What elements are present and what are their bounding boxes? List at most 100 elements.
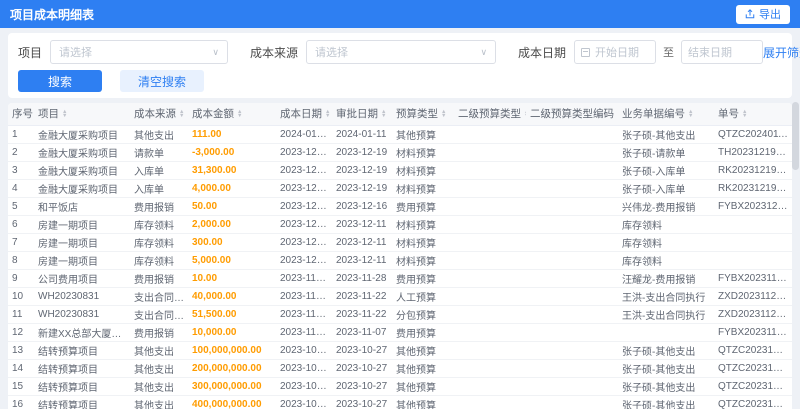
sort-icon[interactable]: ▲▼ <box>237 109 242 119</box>
column-header[interactable]: 成本来源 ▲ ▼ <box>130 103 188 126</box>
filter-actions: 搜索 清空搜索 <box>18 70 782 92</box>
column-header[interactable]: 二级预算类型编码▲▼ <box>526 103 618 126</box>
sort-icon[interactable]: ▲▼ <box>688 109 693 119</box>
table-cell: 库存领料 <box>130 215 188 234</box>
project-filter: 项目 请选择 ∨ <box>18 40 229 64</box>
table-cell: 200,000,000.00 <box>188 359 276 378</box>
table-cell: 其他预算 <box>392 341 454 360</box>
column-header[interactable]: 序号 <box>8 103 34 126</box>
vertical-scrollbar[interactable] <box>792 96 799 407</box>
table-cell: 51,500.00 <box>188 305 276 324</box>
table-cell: 6 <box>8 215 34 234</box>
table-cell <box>454 197 526 216</box>
table-row[interactable]: 1 金融大厦采购项目 其他支出 111.00 2024-01-11 2024-01-11 其… <box>8 125 792 144</box>
table-cell <box>454 269 526 288</box>
column-header[interactable]: 成本金额 ▲ ▼ <box>188 103 276 126</box>
table-cell: 3 <box>8 161 34 180</box>
cost-source-select[interactable]: 请选择 ∨ <box>306 40 497 64</box>
table-cell: 2023-10-27 <box>276 359 332 378</box>
page-title: 项目成本明细表 <box>10 7 95 22</box>
table-body: 1 金融大厦采购项目 其他支出 111.00 2024-01-11 2024-01-11 其… <box>8 125 792 409</box>
scrollbar-thumb[interactable] <box>792 102 799 170</box>
sort-icon[interactable]: ▲▼ <box>441 109 446 119</box>
table-cell: 10 <box>8 287 34 306</box>
table-cell: 9 <box>8 269 34 288</box>
export-icon <box>745 9 755 19</box>
table-cell: 2023-11-28 <box>332 269 392 288</box>
table-cell: 300.00 <box>188 233 276 252</box>
table-cell: 张子硕-其他支出 <box>618 359 714 378</box>
clear-search-button[interactable]: 清空搜索 <box>120 70 204 92</box>
table-row[interactable]: 11 WH20230831 支出合同执行 51,500.00 2023-11-22 202… <box>8 305 792 324</box>
table-row[interactable]: 8 房建一期项目 库存领料 5,000.00 2023-12-11 2023-12-11 材… <box>8 251 792 270</box>
column-header[interactable]: 单号 ▲ ▼ <box>714 103 792 126</box>
table-cell: 其他预算 <box>392 377 454 396</box>
column-header[interactable]: 二级预算类型▲▼ <box>454 103 526 126</box>
sort-icon[interactable]: ▲▼ <box>325 109 330 119</box>
sort-icon[interactable]: ▲▼ <box>524 109 526 119</box>
sort-icon[interactable]: ▲▼ <box>381 109 386 119</box>
column-header[interactable]: 预算类型 ▲ ▼ <box>392 103 454 126</box>
expand-filter-link[interactable]: 展开筛选 ∨ <box>763 44 800 61</box>
table-cell: 400,000,000.00 <box>188 395 276 409</box>
table-cell: 材料预算 <box>392 233 454 252</box>
table-row[interactable]: 10 WH20230831 支出合同执行 40,000.00 2023-11-22 202… <box>8 287 792 306</box>
table-cell: 2023-12-11 <box>332 233 392 252</box>
search-button[interactable]: 搜索 <box>18 70 102 92</box>
table-cell: 5,000.00 <box>188 251 276 270</box>
filter-row: 项目 请选择 ∨ 成本来源 请选择 ∨ 成本日期 开始日期 至 结束日期 展开筛 <box>18 39 800 65</box>
table-cell: 2023-12-19 <box>276 161 332 180</box>
project-select[interactable]: 请选择 ∨ <box>50 40 229 64</box>
table-cell: 7 <box>8 233 34 252</box>
table-cell: 2024-01-11 <box>276 125 332 144</box>
export-button[interactable]: 导出 <box>736 4 790 24</box>
end-date-input[interactable]: 结束日期 <box>681 40 764 64</box>
table-row[interactable]: 2 金融大厦采购项目 请款单 -3,000.00 2023-12-19 2023-12-1… <box>8 143 792 162</box>
column-header[interactable]: 业务单据编号 ▲ ▼ <box>618 103 714 126</box>
table-cell: 2 <box>8 143 34 162</box>
table-cell <box>526 179 618 198</box>
table-row[interactable]: 6 房建一期项目 库存领料 2,000.00 2023-12-11 2023-12-11 材… <box>8 215 792 234</box>
chevron-down-icon: ∨ <box>212 46 220 57</box>
column-header[interactable]: 审批日期 ▲ ▼ <box>332 103 392 126</box>
table-row[interactable]: 5 和平饭店 费用报销 50.00 2023-12-16 2023-12-16 费用预算 兴伟… <box>8 197 792 216</box>
sort-icon[interactable]: ▲▼ <box>62 109 67 119</box>
table-cell: ZXD20231122002 <box>714 287 792 306</box>
table-row[interactable]: 7 房建一期项目 库存领料 300.00 2023-12-11 2023-12-11 材料预… <box>8 233 792 252</box>
table-cell: 2023-12-19 <box>332 143 392 162</box>
table-cell: 公司费用项目 <box>34 269 130 288</box>
table-cell: 结转预算项目 <box>34 377 130 396</box>
table-cell: 张子硕-其他支出 <box>618 395 714 409</box>
table-row[interactable]: 12新建XX总部大厦工程二期费用报销10,000.002023-11-07202… <box>8 323 792 342</box>
column-label: 业务单据编号 <box>622 108 685 121</box>
table-cell: WH20230831 <box>34 287 130 306</box>
column-header[interactable]: 项目 ▲ ▼ <box>34 103 130 126</box>
table-row[interactable]: 15 结转预算项目 其他支出 300,000,000.00 2023-10-27 2023… <box>8 377 792 396</box>
table-row[interactable]: 4 金融大厦采购项目 入库单 4,000.00 2023-12-19 2023-12-19… <box>8 179 792 198</box>
table-row[interactable]: 9 公司费用项目 费用报销 10.00 2023-11-28 2023-11-28 费用预算… <box>8 269 792 288</box>
sort-icon[interactable]: ▲▼ <box>617 109 618 119</box>
cost-table: 序号 项目 ▲ ▼ 成本来源 ▲ ▼ 成本金额 ▲ ▼ 成本日期 ▲ ▼ 审批日期 ▲ ▼ 预算类型 ▲ ▼ 二级预算… <box>8 103 792 409</box>
cost-source-filter: 成本来源 请选择 ∨ <box>250 40 497 64</box>
table-cell: 10.00 <box>188 269 276 288</box>
column-header[interactable]: 成本日期 ▲ ▼ <box>276 103 332 126</box>
sort-icon[interactable]: ▲▼ <box>179 109 184 119</box>
table-cell <box>714 215 792 234</box>
start-date-input[interactable]: 开始日期 <box>574 40 657 64</box>
table-cell <box>454 323 526 342</box>
table-row[interactable]: 13 结转预算项目 其他支出 100,000,000.00 2023-10-27 2023… <box>8 341 792 360</box>
topbar: 项目成本明细表 导出 <box>0 0 800 28</box>
table-cell: RK20231219002 <box>714 179 792 198</box>
table-cell: 张子硕-其他支出 <box>618 341 714 360</box>
project-filter-label: 项目 <box>18 45 43 60</box>
table-cell: 张子硕-入库单 <box>618 179 714 198</box>
table-row[interactable]: 3 金融大厦采购项目 入库单 31,300.00 2023-12-19 2023-12-1… <box>8 161 792 180</box>
table-row[interactable]: 16 结转预算项目 其他支出 400,000,000.00 2023-10-27 2023… <box>8 395 792 409</box>
sort-icon[interactable]: ▲▼ <box>742 109 747 119</box>
column-label: 成本金额 <box>192 108 234 121</box>
table-cell <box>454 233 526 252</box>
table-cell: 2023-11-07 <box>332 323 392 342</box>
table-row[interactable]: 14 结转预算项目 其他支出 200,000,000.00 2023-10-27 2023… <box>8 359 792 378</box>
table-cell: 费用报销 <box>130 197 188 216</box>
table-cell: 8 <box>8 251 34 270</box>
